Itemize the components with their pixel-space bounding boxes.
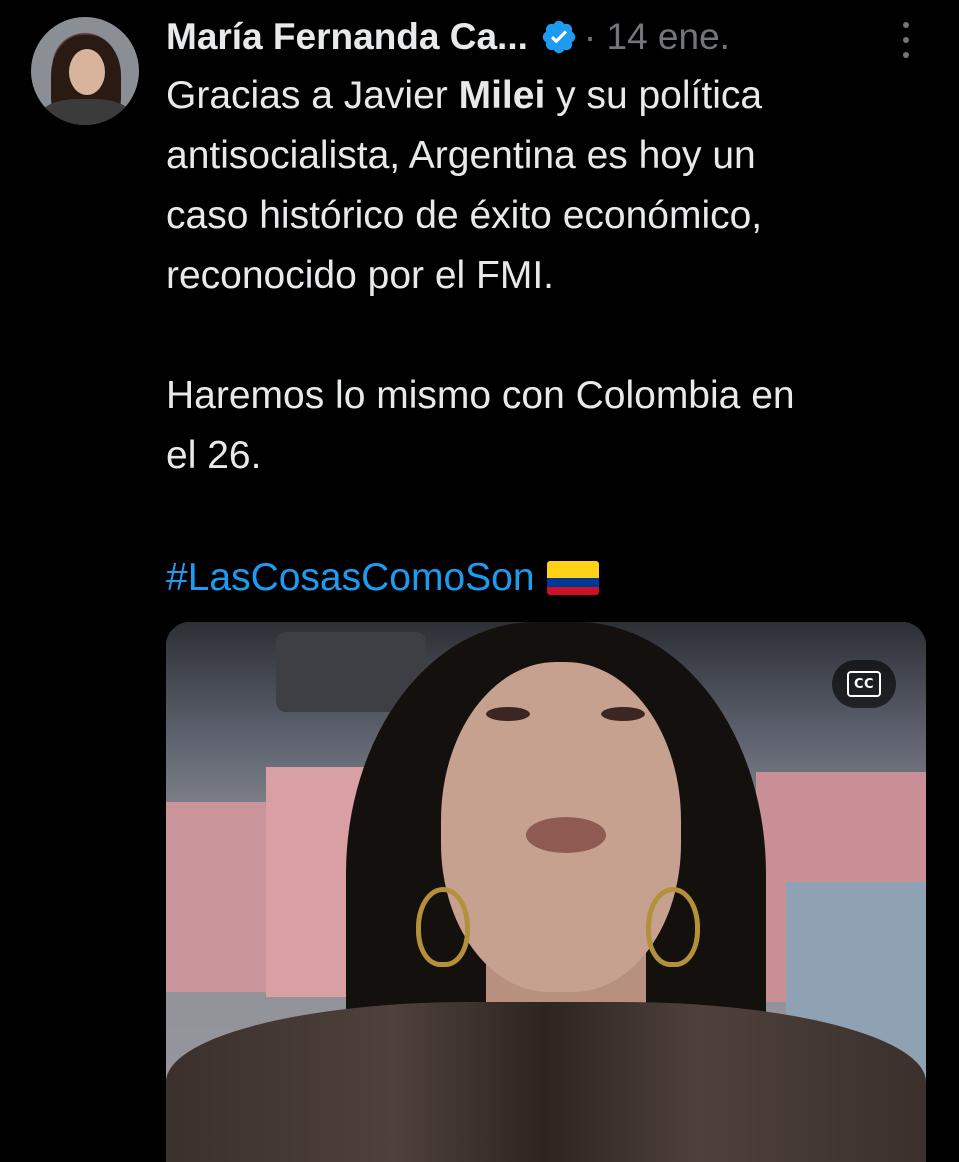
- tweet-date[interactable]: · 14 ene.: [584, 16, 730, 58]
- more-dot: [903, 37, 909, 43]
- avatar-face: [69, 49, 105, 95]
- more-options-icon[interactable]: [896, 22, 916, 58]
- hashtag-line: #LasCosasComoSon: [166, 548, 599, 608]
- video-person-lips: [526, 817, 606, 853]
- colombia-flag-icon: [546, 561, 599, 595]
- video-person-eye: [486, 707, 530, 721]
- hashtag-link[interactable]: #LasCosasComoSon: [166, 548, 535, 608]
- video-person-jacket: [166, 1002, 926, 1162]
- more-dot: [903, 22, 909, 28]
- tweet-line: caso histórico de éxito económico,: [166, 194, 763, 237]
- video-window: [166, 802, 266, 992]
- tweet-header: María Fernanda Ca... · 14 ene.: [166, 12, 730, 62]
- tweet-line: Haremos lo mismo con Colombia en: [166, 374, 795, 417]
- tweet-text-segment: y su política: [545, 74, 763, 117]
- tweet-line: el 26.: [166, 434, 262, 477]
- avatar-shirt: [41, 99, 131, 125]
- date-separator: ·: [583, 16, 597, 57]
- video-media[interactable]: [166, 622, 926, 1162]
- tweet-text: Gracias a Javier Milei y su política ant…: [166, 66, 946, 486]
- tweet-text-bold: Milei: [458, 74, 546, 117]
- video-person-eye: [601, 707, 645, 721]
- captions-button[interactable]: CC: [832, 660, 896, 708]
- tweet-line: Gracias a Javier Milei y su política: [166, 66, 946, 126]
- tweet-text-segment: Gracias a Javier: [166, 74, 459, 117]
- video-person-earring: [646, 887, 700, 967]
- more-dot: [903, 52, 909, 58]
- tweet-line: antisocialista, Argentina es hoy un: [166, 134, 756, 177]
- tweet-line: reconocido por el FMI.: [166, 254, 555, 297]
- video-person-earring: [416, 887, 470, 967]
- author-name[interactable]: María Fernanda Ca...: [166, 16, 528, 58]
- tweet-card[interactable]: María Fernanda Ca... · 14 ene. Gracias a…: [0, 0, 959, 1162]
- author-avatar[interactable]: [31, 17, 139, 125]
- captions-icon: CC: [847, 671, 881, 697]
- verified-badge-icon: [542, 20, 576, 54]
- date-value: 14 ene.: [606, 16, 730, 57]
